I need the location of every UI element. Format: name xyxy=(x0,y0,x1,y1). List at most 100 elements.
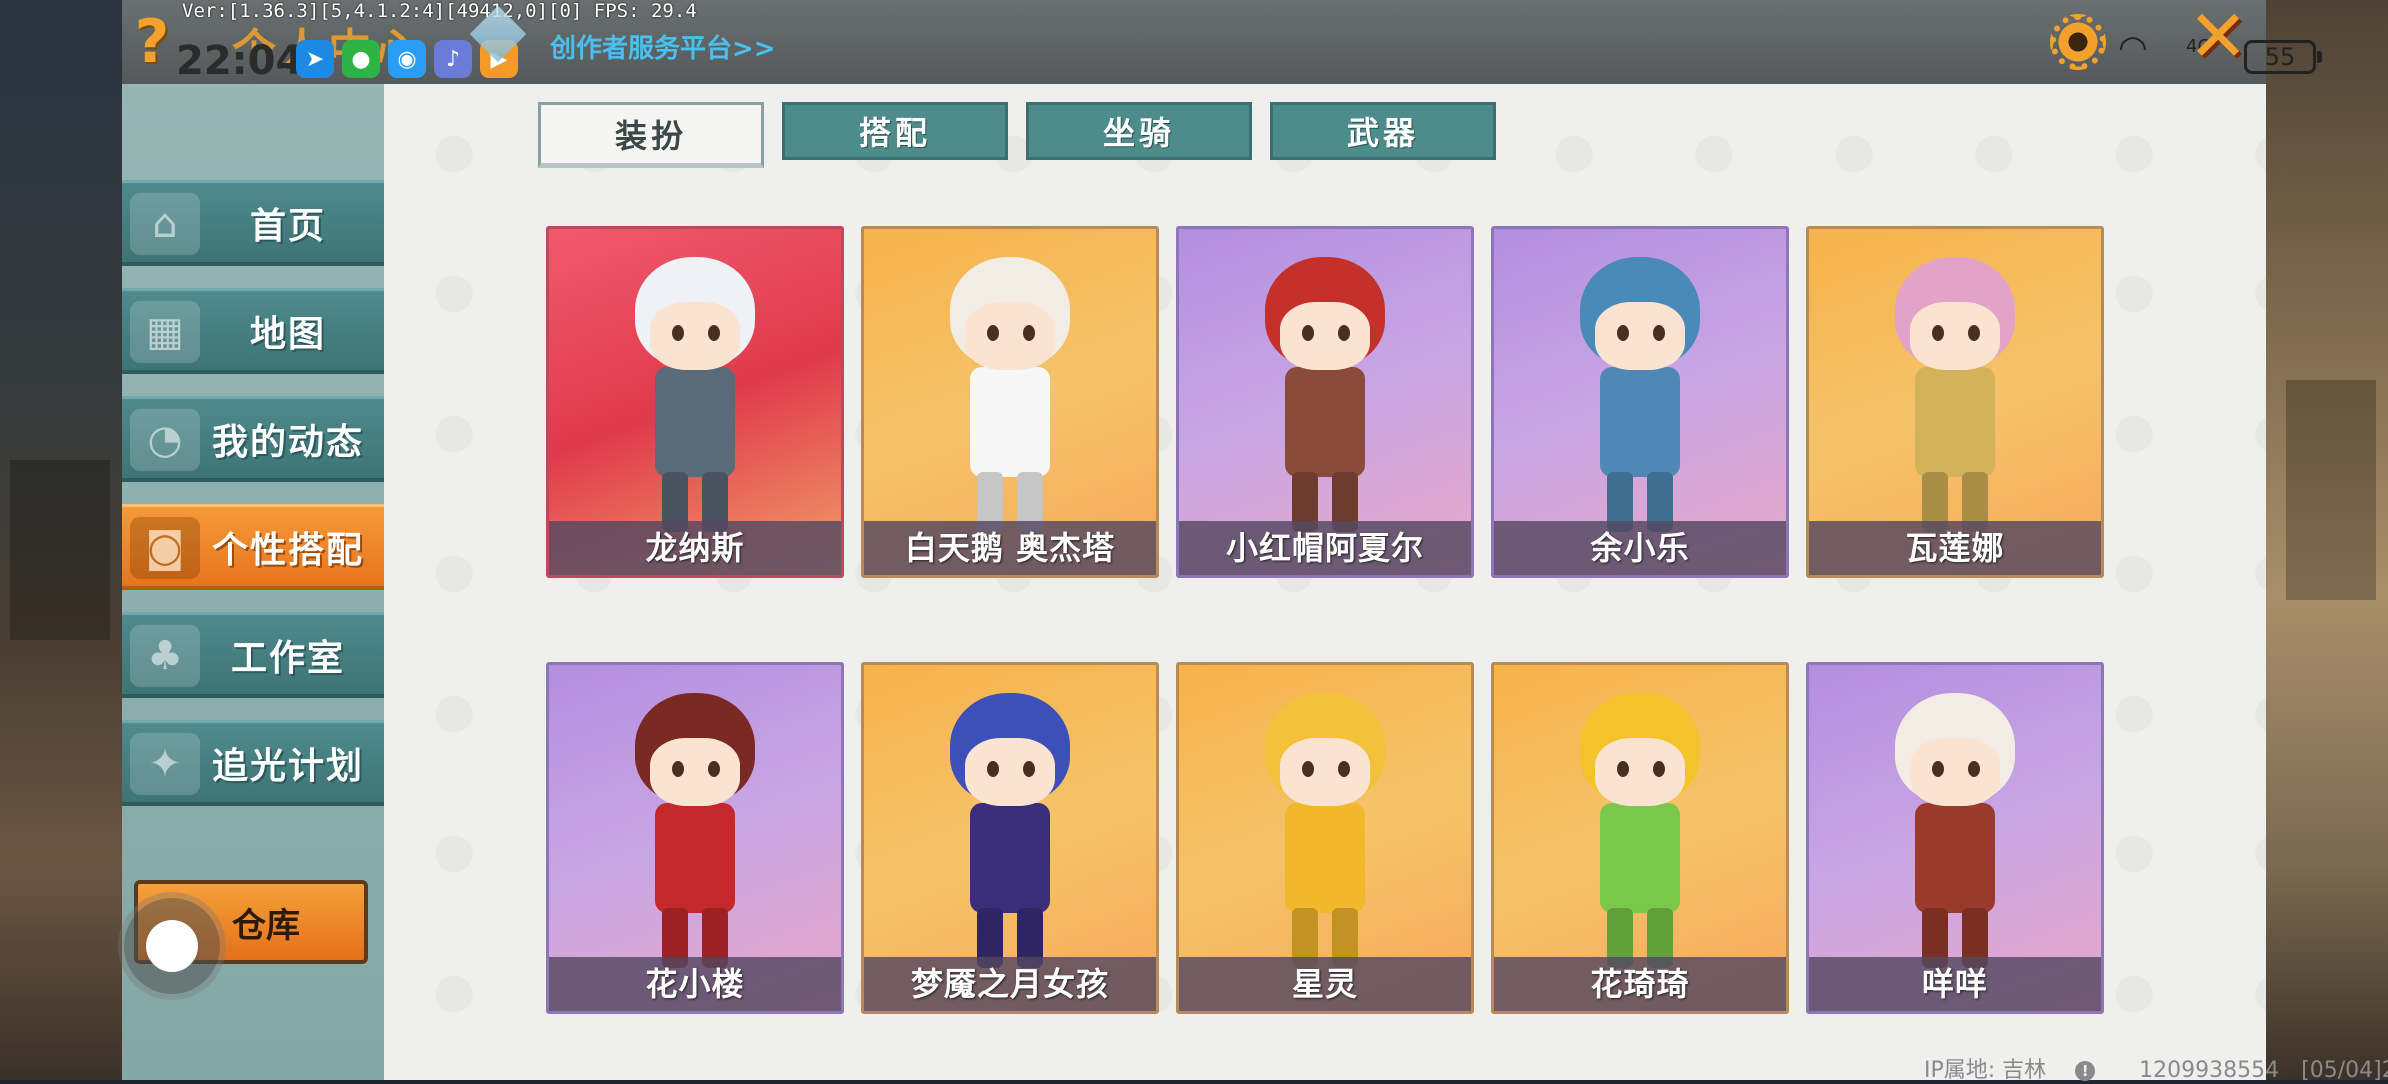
sidebar-item-label: 追光计划 xyxy=(211,745,364,787)
sidebar-item-label: 工作室 xyxy=(230,637,345,679)
figure-eye xyxy=(1617,325,1629,341)
wifi-icon: ◠ xyxy=(2118,28,2148,68)
figure-body xyxy=(970,367,1050,477)
music-icon: ♪ xyxy=(434,40,472,78)
character-figure xyxy=(1870,247,2040,537)
figure-body xyxy=(1600,367,1680,477)
figure-eye xyxy=(1302,325,1314,341)
help-icon[interactable]: ? xyxy=(132,12,172,72)
figure-eye xyxy=(1653,325,1665,341)
figure-eye xyxy=(1968,325,1980,341)
character-card[interactable]: 余小乐 xyxy=(1491,226,1789,578)
badge-icon: ✦ xyxy=(130,733,200,795)
bell-icon: ◔ xyxy=(130,409,200,471)
figure-body xyxy=(1285,367,1365,477)
category-tabs: 装扮 搭配 坐骑 武器 xyxy=(538,102,1496,168)
character-figure xyxy=(610,247,780,537)
figure-face xyxy=(1280,302,1370,370)
home-icon: ⌂ xyxy=(130,193,200,255)
outfit-icon: ◙ xyxy=(130,517,200,579)
character-name: 白天鹅 奥杰塔 xyxy=(864,521,1156,575)
creator-platform-link[interactable]: 创作者服务平台>> xyxy=(550,28,776,65)
figure-eye xyxy=(987,325,999,341)
sidebar-item-label: 个性搭配 xyxy=(211,529,364,571)
tab-3[interactable]: 武器 xyxy=(1270,102,1496,160)
sidebar-item-4[interactable]: ♣ 工作室 xyxy=(122,612,384,698)
figure-eye xyxy=(1338,325,1350,341)
figure-face xyxy=(650,738,740,806)
character-card[interactable]: 咩咩 xyxy=(1806,662,2104,1014)
sidebar-item-3[interactable]: ◙ 个性搭配 xyxy=(122,504,384,590)
tab-1[interactable]: 搭配 xyxy=(782,102,1008,160)
user-id: 1209938554 xyxy=(2139,1058,2280,1083)
timestamp: [05/04]22:03 xyxy=(2301,1058,2388,1083)
sidebar-item-2[interactable]: ◔ 我的动态 xyxy=(122,396,384,482)
figure-eye xyxy=(708,325,720,341)
ip-location: IP属地: 吉林 ! xyxy=(1924,1058,2117,1083)
character-name: 梦魇之月女孩 xyxy=(864,957,1156,1011)
character-card[interactable]: 龙纳斯 xyxy=(546,226,844,578)
figure-eye xyxy=(1023,761,1035,777)
character-card[interactable]: 星灵 xyxy=(1176,662,1474,1014)
battery-indicator: 55 xyxy=(2244,40,2322,74)
app-arrow-icon: ➤ xyxy=(296,40,334,78)
figure-body xyxy=(1285,803,1365,913)
figure-body xyxy=(655,367,735,477)
debug-info: Ver:[1.36.3][5,4.1.2:4][49412,0][0] FPS:… xyxy=(182,0,697,22)
character-card[interactable]: 花琦琦 xyxy=(1491,662,1789,1014)
character-figure xyxy=(1870,683,2040,973)
tab-2[interactable]: 坐骑 xyxy=(1026,102,1252,160)
character-card[interactable]: 白天鹅 奥杰塔 xyxy=(861,226,1159,578)
sidebar-item-5[interactable]: ✦ 追光计划 xyxy=(122,720,384,806)
character-name: 余小乐 xyxy=(1494,521,1786,575)
character-figure xyxy=(1240,683,1410,973)
tab-0[interactable]: 装扮 xyxy=(538,102,764,168)
figure-body xyxy=(655,803,735,913)
character-name: 小红帽阿夏尔 xyxy=(1179,521,1471,575)
sidebar-item-1[interactable]: ▦ 地图 xyxy=(122,288,384,374)
figure-body xyxy=(1915,803,1995,913)
character-name: 星灵 xyxy=(1179,957,1471,1011)
background-building xyxy=(2286,380,2376,600)
character-card[interactable]: 小红帽阿夏尔 xyxy=(1176,226,1474,578)
map-icon: ▦ xyxy=(130,301,200,363)
sidebar-item-label: 我的动态 xyxy=(211,421,364,463)
browser-icon: ◉ xyxy=(388,40,426,78)
background-scene-left xyxy=(0,0,122,1080)
character-name: 花小楼 xyxy=(549,957,841,1011)
figure-eye xyxy=(1617,761,1629,777)
character-figure xyxy=(925,247,1095,537)
figure-body xyxy=(970,803,1050,913)
character-name: 龙纳斯 xyxy=(549,521,841,575)
info-icon[interactable]: ! xyxy=(2075,1061,2096,1081)
tree-icon: ♣ xyxy=(130,625,200,687)
figure-body xyxy=(1915,367,1995,477)
wechat-icon: ● xyxy=(342,40,380,78)
close-icon[interactable]: ✕ xyxy=(2186,0,2250,72)
character-name: 花琦琦 xyxy=(1494,957,1786,1011)
figure-eye xyxy=(1968,761,1980,777)
figure-eye xyxy=(1338,761,1350,777)
figure-eye xyxy=(672,761,684,777)
figure-eye xyxy=(708,761,720,777)
sidebar-item-0[interactable]: ⌂ 首页 xyxy=(122,180,384,266)
character-figure xyxy=(925,683,1095,973)
settings-gear-icon[interactable] xyxy=(2050,14,2106,70)
character-card[interactable]: 花小楼 xyxy=(546,662,844,1014)
figure-eye xyxy=(1302,761,1314,777)
character-card[interactable]: 瓦莲娜 xyxy=(1806,226,2104,578)
figure-face xyxy=(1595,738,1685,806)
character-figure xyxy=(1555,247,1725,537)
background-building xyxy=(10,460,110,640)
floating-assistive-button[interactable] xyxy=(124,898,220,994)
warehouse-button-label: 仓库 xyxy=(232,905,300,946)
character-card[interactable]: 梦魇之月女孩 xyxy=(861,662,1159,1014)
character-figure xyxy=(1555,683,1725,973)
figure-eye xyxy=(1023,325,1035,341)
figure-face xyxy=(965,302,1055,370)
status-clock: 22:04 xyxy=(176,38,304,84)
character-name: 瓦莲娜 xyxy=(1809,521,2101,575)
footer-info: IP属地: 吉林 ! 1209938554 [05/04]22:03 xyxy=(1924,1052,2388,1084)
main-panel: 装扮 搭配 坐骑 武器 龙纳斯 白天鹅 奥杰塔 小红帽阿夏尔 余小乐 瓦莲娜花小楼 梦魇之月女孩… xyxy=(384,84,2266,1080)
figure-eye xyxy=(987,761,999,777)
